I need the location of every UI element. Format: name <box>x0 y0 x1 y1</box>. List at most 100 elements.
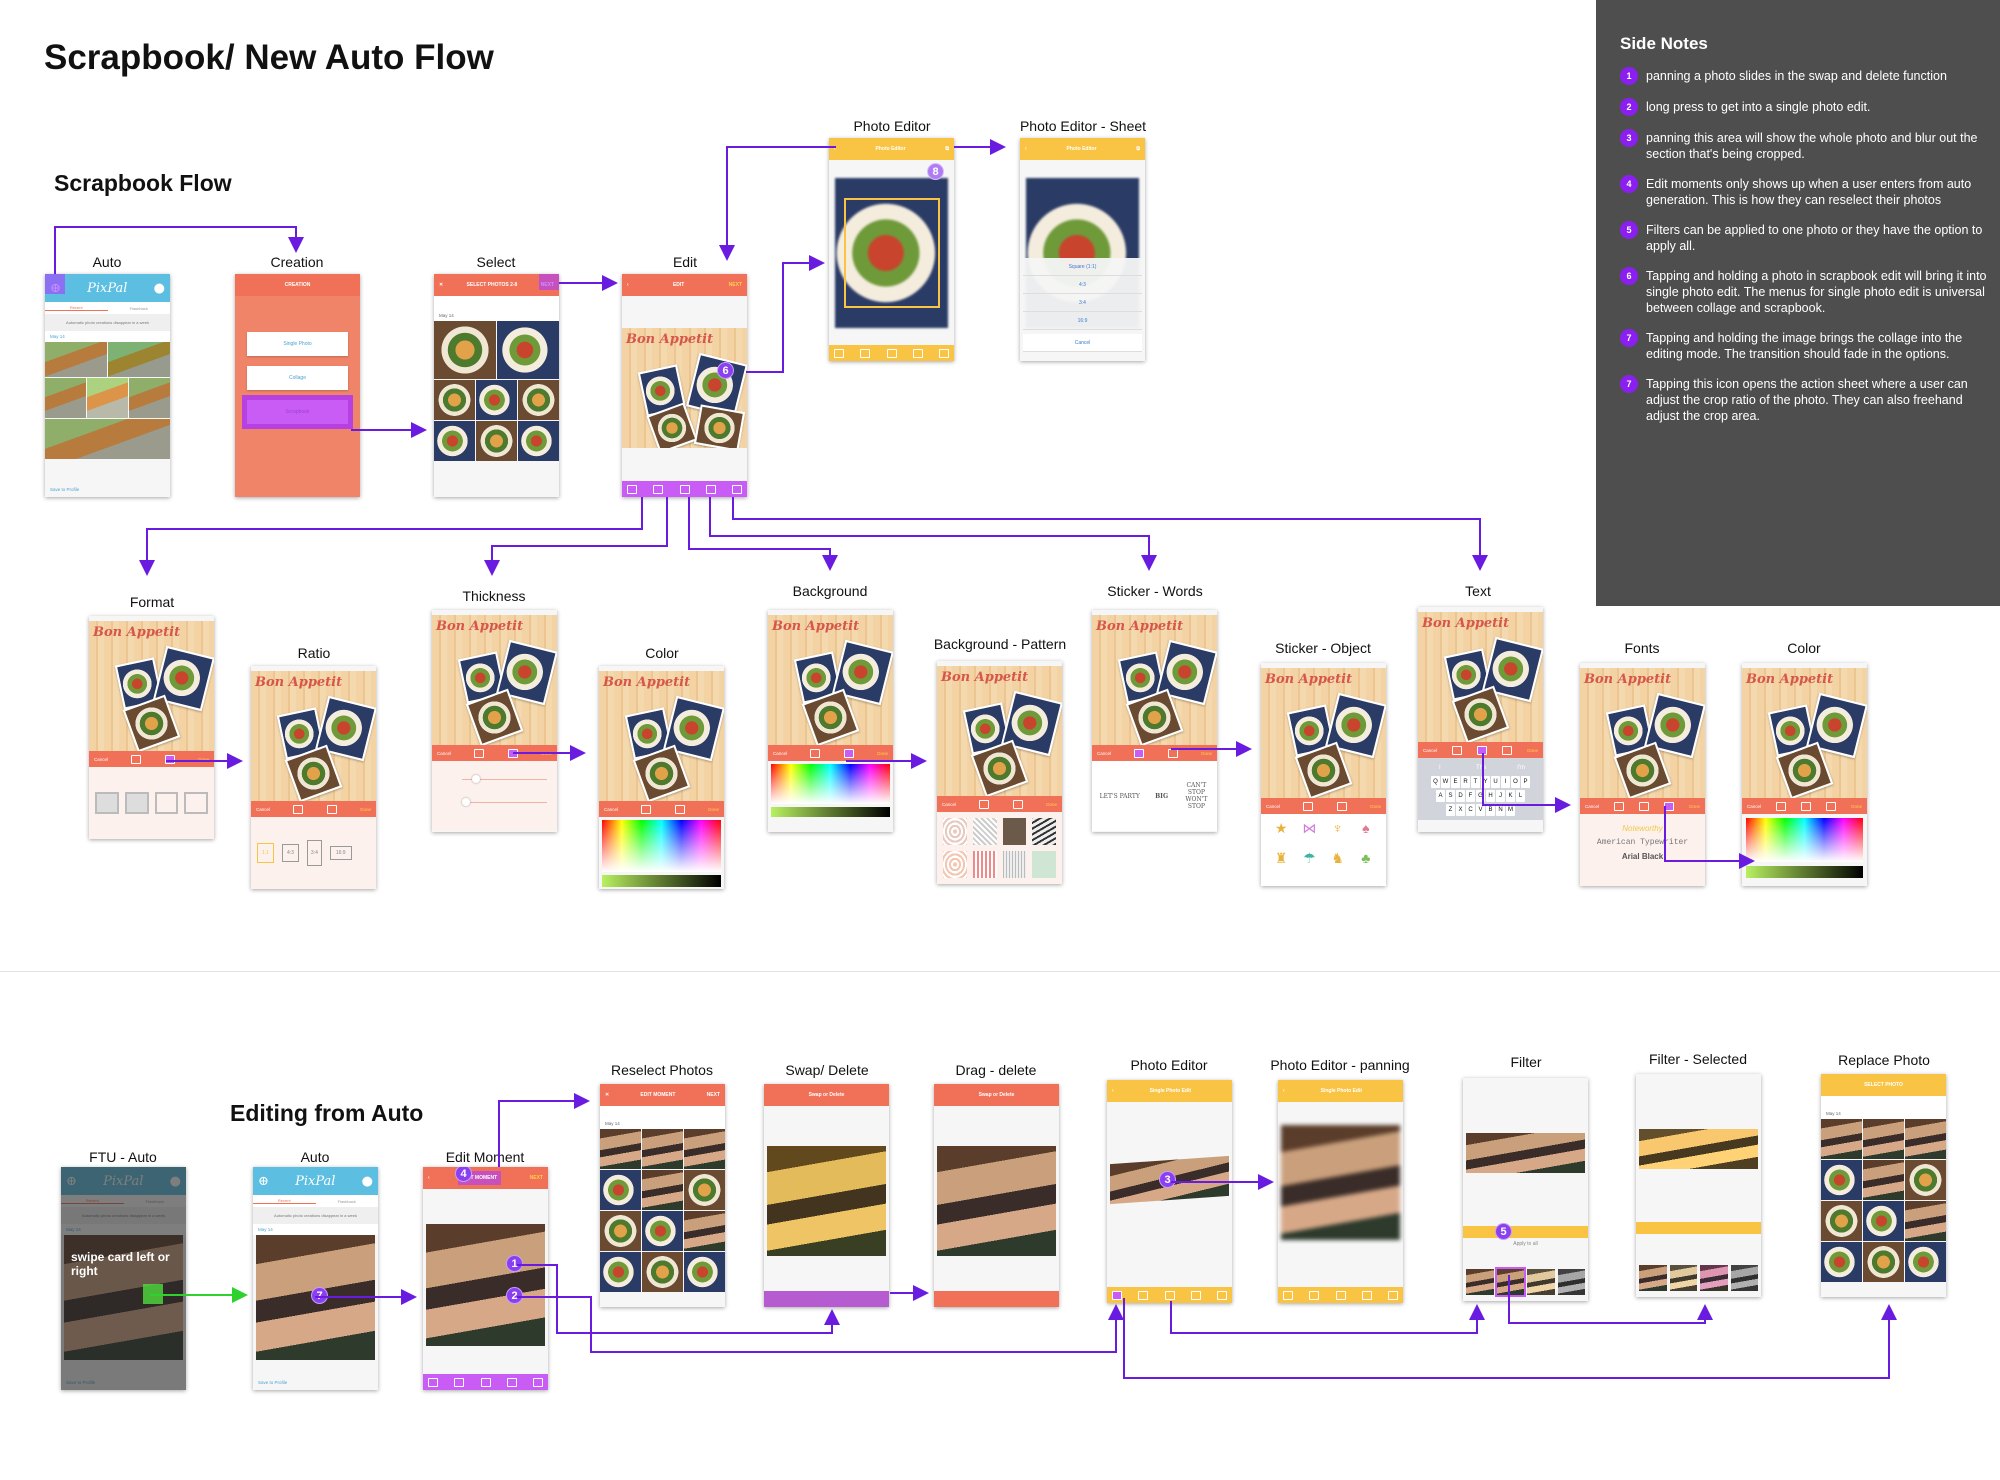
key-l[interactable]: L <box>1516 790 1525 802</box>
key-row-1[interactable]: QWERTYUIOP <box>1420 776 1541 788</box>
done-button[interactable]: Done <box>198 757 209 762</box>
ratio-option[interactable]: 1:1 <box>257 843 274 863</box>
key-b[interactable]: B <box>1486 804 1495 816</box>
date-label[interactable]: May 14 <box>253 1224 378 1235</box>
save-to-profile-link[interactable]: Save to Profile <box>50 487 79 492</box>
cancel-button[interactable]: Cancel <box>604 807 618 812</box>
done-button[interactable]: Done <box>1046 802 1057 807</box>
key-t[interactable]: T <box>1471 776 1480 788</box>
delete-zone[interactable] <box>934 1291 1059 1307</box>
back-icon[interactable]: ‹ <box>1112 1088 1114 1094</box>
key-f[interactable]: F <box>1466 790 1475 802</box>
edit-toolbar[interactable] <box>622 481 747 497</box>
corner-slider[interactable] <box>462 798 547 806</box>
avatar[interactable]: ● <box>154 281 165 296</box>
back-icon[interactable]: ‹ <box>1025 146 1027 152</box>
back-icon[interactable]: ‹ <box>834 146 836 152</box>
tab-recent[interactable]: Recent <box>45 305 108 311</box>
photo-editor-toolbar[interactable] <box>1107 1287 1232 1303</box>
key-v[interactable]: V <box>1476 804 1485 816</box>
done-button[interactable]: Done <box>360 807 371 812</box>
save-to-profile-link[interactable]: Save to Profile <box>258 1380 287 1385</box>
key-k[interactable]: K <box>1506 790 1515 802</box>
photo-grid[interactable] <box>1821 1119 1946 1282</box>
cancel-button[interactable]: Cancel <box>437 751 451 756</box>
shade-slider[interactable] <box>771 807 890 817</box>
cancel-button[interactable]: Cancel <box>1266 804 1280 809</box>
key-n[interactable]: N <box>1496 804 1505 816</box>
done-button[interactable]: Done <box>541 751 552 756</box>
cancel-button[interactable]: Cancel <box>1097 751 1111 756</box>
avatar[interactable]: ● <box>362 1174 373 1189</box>
key-j[interactable]: J <box>1496 790 1505 802</box>
key-x[interactable]: X <box>1456 804 1465 816</box>
moment-collage[interactable] <box>426 1224 545 1346</box>
key-h[interactable]: H <box>1486 790 1495 802</box>
cancel-button[interactable]: Cancel <box>1423 748 1437 753</box>
key-row-3[interactable]: ZXCVBNM <box>1420 804 1541 816</box>
done-button[interactable]: Done <box>1201 751 1212 756</box>
tab-flashback[interactable]: Flashback <box>108 306 171 311</box>
cancel-button[interactable]: Cancel <box>1747 804 1761 809</box>
option-scrapbook[interactable]: Scrapbook <box>242 395 353 429</box>
apply-all-toggle[interactable]: Apply to all <box>1463 1241 1588 1247</box>
photo-editor-toolbar[interactable] <box>829 345 954 361</box>
ratio-option[interactable]: 16:9 <box>329 846 352 860</box>
sheet-option[interactable]: Square (1:1) <box>1023 258 1142 276</box>
key-z[interactable]: Z <box>1446 804 1455 816</box>
done-button[interactable]: Done <box>708 807 719 812</box>
done-button[interactable]: Done <box>1851 804 1862 809</box>
shade-slider[interactable] <box>602 875 721 887</box>
option-single-photo[interactable]: Single Photo <box>247 332 348 356</box>
photo-editor-toolbar[interactable] <box>1278 1287 1403 1303</box>
cancel-button[interactable]: Cancel <box>256 807 270 812</box>
cancel-button[interactable]: Cancel <box>773 751 787 756</box>
key-m[interactable]: M <box>1506 804 1515 816</box>
sticker-object-grid[interactable]: ★ ⋈ ♆ ♠ ♜ ☂ ♞ ♣ <box>1261 814 1386 886</box>
collage[interactable] <box>937 1146 1056 1256</box>
key-w[interactable]: W <box>1441 776 1450 788</box>
next-button[interactable]: NEXT <box>530 1175 543 1181</box>
cancel-button[interactable]: Cancel <box>942 802 956 807</box>
key-o[interactable]: O <box>1511 776 1520 788</box>
done-button[interactable]: Done <box>1370 804 1381 809</box>
close-icon[interactable]: ✕ <box>439 282 443 288</box>
key-y[interactable]: Y <box>1481 776 1490 788</box>
font-option[interactable]: American Typewriter <box>1580 838 1705 847</box>
sheet-option[interactable]: 4:3 <box>1023 276 1142 294</box>
sticker-word[interactable]: CAN'T STOP WON'T STOP <box>1183 782 1209 810</box>
color-picker[interactable] <box>771 764 890 804</box>
format-icon[interactable] <box>131 754 142 764</box>
sticker-word[interactable]: LET'S PARTY <box>1100 793 1140 800</box>
back-icon[interactable]: ‹ <box>428 1175 430 1181</box>
pattern-grid[interactable] <box>937 812 1062 884</box>
done-button[interactable]: Done <box>1527 748 1538 753</box>
next-button[interactable]: NEXT <box>729 282 742 288</box>
keyboard[interactable]: I The I'm QWERTYUIOP ASDFGHJKL ZXCVBNM <box>1418 758 1543 820</box>
key-c[interactable]: C <box>1466 804 1475 816</box>
sticker-word[interactable]: BIG <box>1155 793 1168 800</box>
photo-grid[interactable] <box>600 1129 725 1292</box>
ratio-option[interactable]: 4:3 <box>281 844 299 862</box>
collage-title[interactable]: Bon Appetit <box>626 332 713 347</box>
crop-ratio-icon[interactable]: ⧉ <box>945 146 949 152</box>
color-picker[interactable] <box>1746 818 1863 862</box>
collage-title[interactable]: Bon Appetit <box>1422 616 1509 631</box>
key-d[interactable]: D <box>1456 790 1465 802</box>
thickness-slider[interactable] <box>462 775 547 783</box>
sheet-option[interactable]: 16:9 <box>1023 312 1142 330</box>
font-option[interactable]: Noteworthy <box>1580 824 1705 833</box>
cancel-button[interactable]: Cancel <box>1585 804 1599 809</box>
key-g[interactable]: G <box>1476 790 1485 802</box>
add-icon[interactable]: ⊕ <box>258 1174 269 1189</box>
done-button[interactable]: Done <box>877 751 888 756</box>
key-row-2[interactable]: ASDFGHJKL <box>1420 790 1541 802</box>
key-u[interactable]: U <box>1491 776 1500 788</box>
tab-recent[interactable]: Recent <box>253 1198 316 1204</box>
ratio-option[interactable]: 3:4 <box>306 840 322 866</box>
key-r[interactable]: R <box>1461 776 1470 788</box>
done-button[interactable]: Done <box>1689 804 1700 809</box>
sheet-cancel-button[interactable]: Cancel <box>1023 334 1142 352</box>
photo-panning[interactable] <box>1281 1125 1400 1240</box>
filter-strip[interactable] <box>1639 1265 1758 1291</box>
